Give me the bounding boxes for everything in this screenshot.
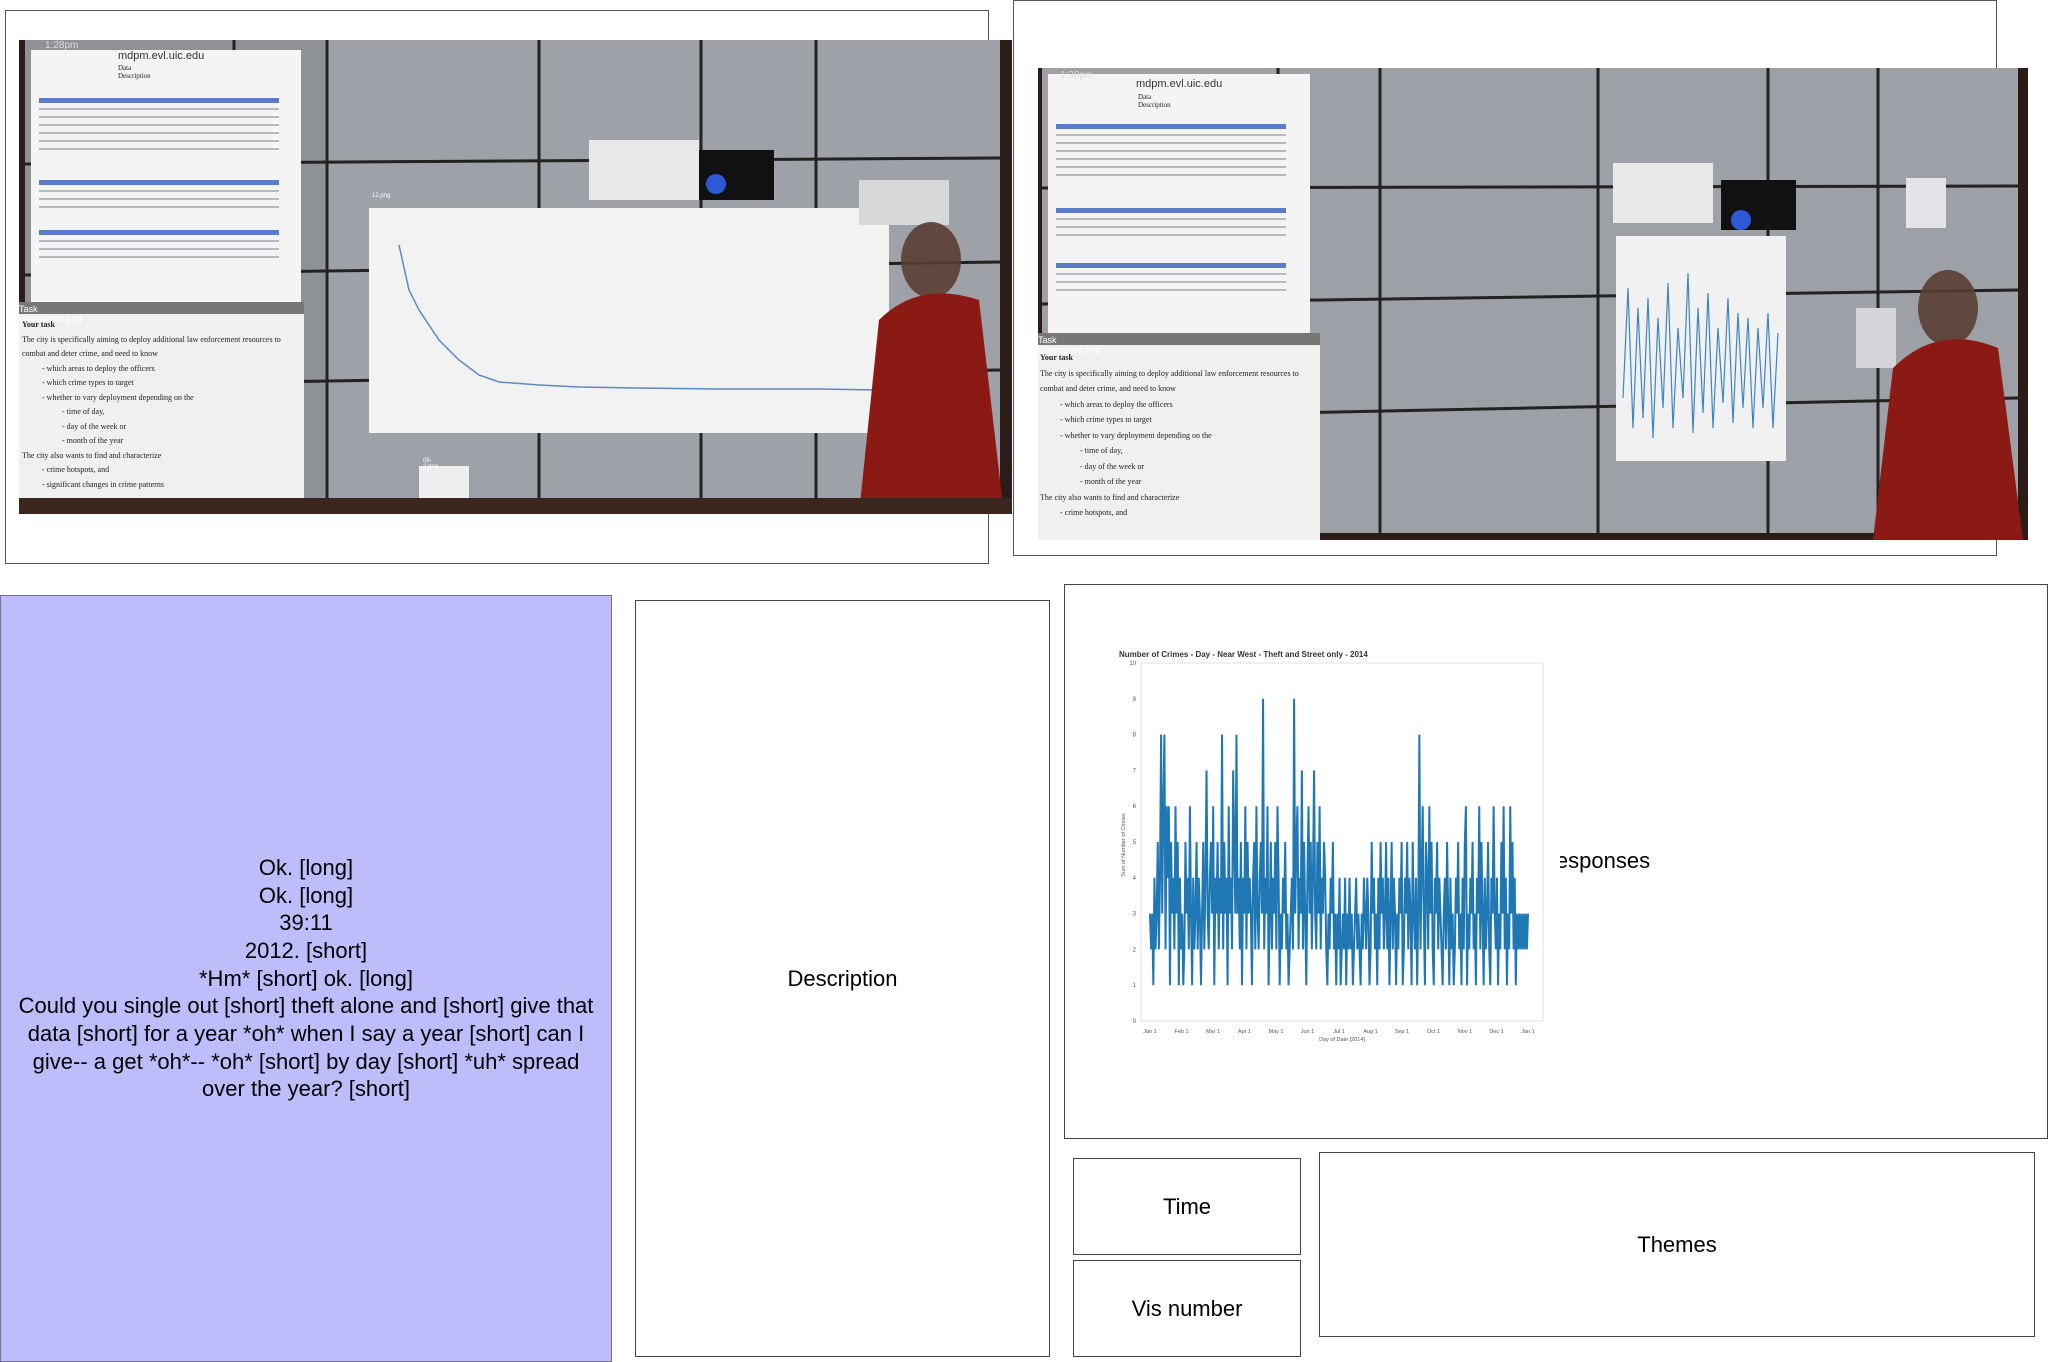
photo2-task-line: - whether to vary deployment depending o… — [1060, 430, 1212, 440]
photo1-task-line: - time of day, — [62, 407, 105, 416]
x-tick-label: Apr 1 — [1238, 1029, 1251, 1035]
photo2-task-line: - time of day, — [1080, 446, 1123, 455]
photo1-task-text: Your task The city is specifically aimin… — [22, 318, 302, 492]
x-tick-label: Aug 1 — [1363, 1029, 1377, 1035]
photo1-task-line: The city is specifically aiming to deplo… — [22, 334, 281, 344]
photo1-task-line: - which crime types to target — [42, 378, 134, 387]
photo1-task-line: combat and deter crime, and need to know — [22, 349, 158, 358]
x-tick-label: Jan 1 — [1521, 1029, 1534, 1035]
chart-title: Number of Crimes - Day - Near West - The… — [1119, 650, 1368, 659]
photo1-small-window-title: 05-2.png — [423, 458, 439, 470]
photo2-clock: 1:30pm — [1060, 70, 1094, 81]
photo1-doc-title: Data Description — [118, 64, 151, 80]
themes-box[interactable]: Themes — [1319, 1152, 2035, 1337]
transcript-line: Ok. [long] — [258, 854, 354, 880]
photo1-task-line: - crime hotspots, and — [42, 465, 110, 474]
photo2-task-line: combat and deter crime, and need to know — [1040, 384, 1176, 393]
themes-label: Themes — [1637, 1231, 1717, 1257]
photo1-task-line: - whether to vary deployment depending o… — [42, 392, 194, 402]
x-tick-label: May 1 — [1269, 1029, 1284, 1035]
photo1-task-line: - which areas to deploy the officers — [42, 363, 155, 373]
vis-number-box[interactable]: Vis number — [1073, 1260, 1301, 1357]
x-tick-label: Jul 1 — [1333, 1029, 1345, 1035]
photo1-task-line: The city also wants to find and characte… — [22, 450, 162, 460]
x-tick-label: Jun 1 — [1301, 1029, 1314, 1035]
photo2-host: mdpm.evl.uic.edu — [1136, 78, 1223, 90]
x-tick-label: Nov 1 — [1458, 1029, 1472, 1035]
time-box[interactable]: Time — [1073, 1158, 1301, 1255]
transcript-line: Could you single out [short] theft alone… — [18, 993, 594, 1102]
photo2-doc-title: Data Description — [1138, 93, 1171, 109]
photo2-task-line: - which areas to deploy the officers — [1060, 399, 1173, 409]
transcript-text: Ok. [long] Ok. [long] 39:11 2012. [short… — [1, 854, 611, 1103]
photo2-task-text: Your task The city is specifically aimin… — [1040, 350, 1320, 521]
x-tick-label: Sep 1 — [1395, 1029, 1409, 1035]
photo2-task-line: The city also wants to find and characte… — [1040, 492, 1180, 502]
crime-line-chart: Number of Crimes - Day - Near West - The… — [1108, 645, 1560, 1045]
photo2-task-line: The city is specifically aiming to deplo… — [1040, 368, 1299, 378]
x-axis-label: Day of Date [2014] — [1319, 1037, 1365, 1043]
time-label: Time — [1162, 1193, 1212, 1219]
x-tick-label: Mar 1 — [1206, 1029, 1220, 1035]
description-box[interactable]: Description — [635, 600, 1050, 1357]
photo2-task-line: - month of the year — [1080, 477, 1142, 486]
crime-chart-image: Number of Crimes - Day - Near West - The… — [1108, 645, 1560, 1045]
x-tick-label: Oct 1 — [1427, 1029, 1440, 1035]
transcript-line: 39:11 — [279, 910, 333, 936]
photo1-chart-window-title: 12.png — [372, 193, 391, 199]
photo2-task-line: - which crime types to target — [1060, 415, 1152, 424]
photo1-host: mdpm.evl.uic.edu — [118, 50, 205, 62]
description-label: Description — [787, 965, 898, 991]
y-axis-label: Sum of Number of Crimes — [1121, 813, 1127, 877]
transcript-line: *Hm* [short] ok. [long] — [199, 965, 413, 991]
photo1-task-heading: Your task — [22, 320, 55, 329]
transcript-line: 2012. [short] — [244, 937, 368, 963]
photo2-task-heading: Your task — [1040, 353, 1073, 362]
photo1-task-line: - day of the week or — [62, 421, 127, 431]
x-tick-label: Dec 1 — [1489, 1029, 1503, 1035]
transcript-box[interactable]: Ok. [long] Ok. [long] 39:11 2012. [short… — [0, 595, 612, 1362]
photo2-task-line: - day of the week or — [1080, 461, 1145, 471]
y-tick-label: 10 — [1129, 661, 1136, 667]
vis-number-label: Vis number — [1131, 1295, 1243, 1321]
transcript-line: Ok. [long] — [258, 882, 354, 908]
photo1-task-line: - significant changes in crime patterns — [42, 479, 164, 489]
photo1-task-line: - month of the year — [62, 436, 124, 445]
x-tick-label: Feb 1 — [1174, 1029, 1188, 1035]
photo2-task-line: - crime hotspots, and — [1060, 508, 1128, 517]
x-tick-label: Jan 1 — [1143, 1029, 1156, 1035]
photo1-clock: 1:28pm — [45, 40, 79, 51]
